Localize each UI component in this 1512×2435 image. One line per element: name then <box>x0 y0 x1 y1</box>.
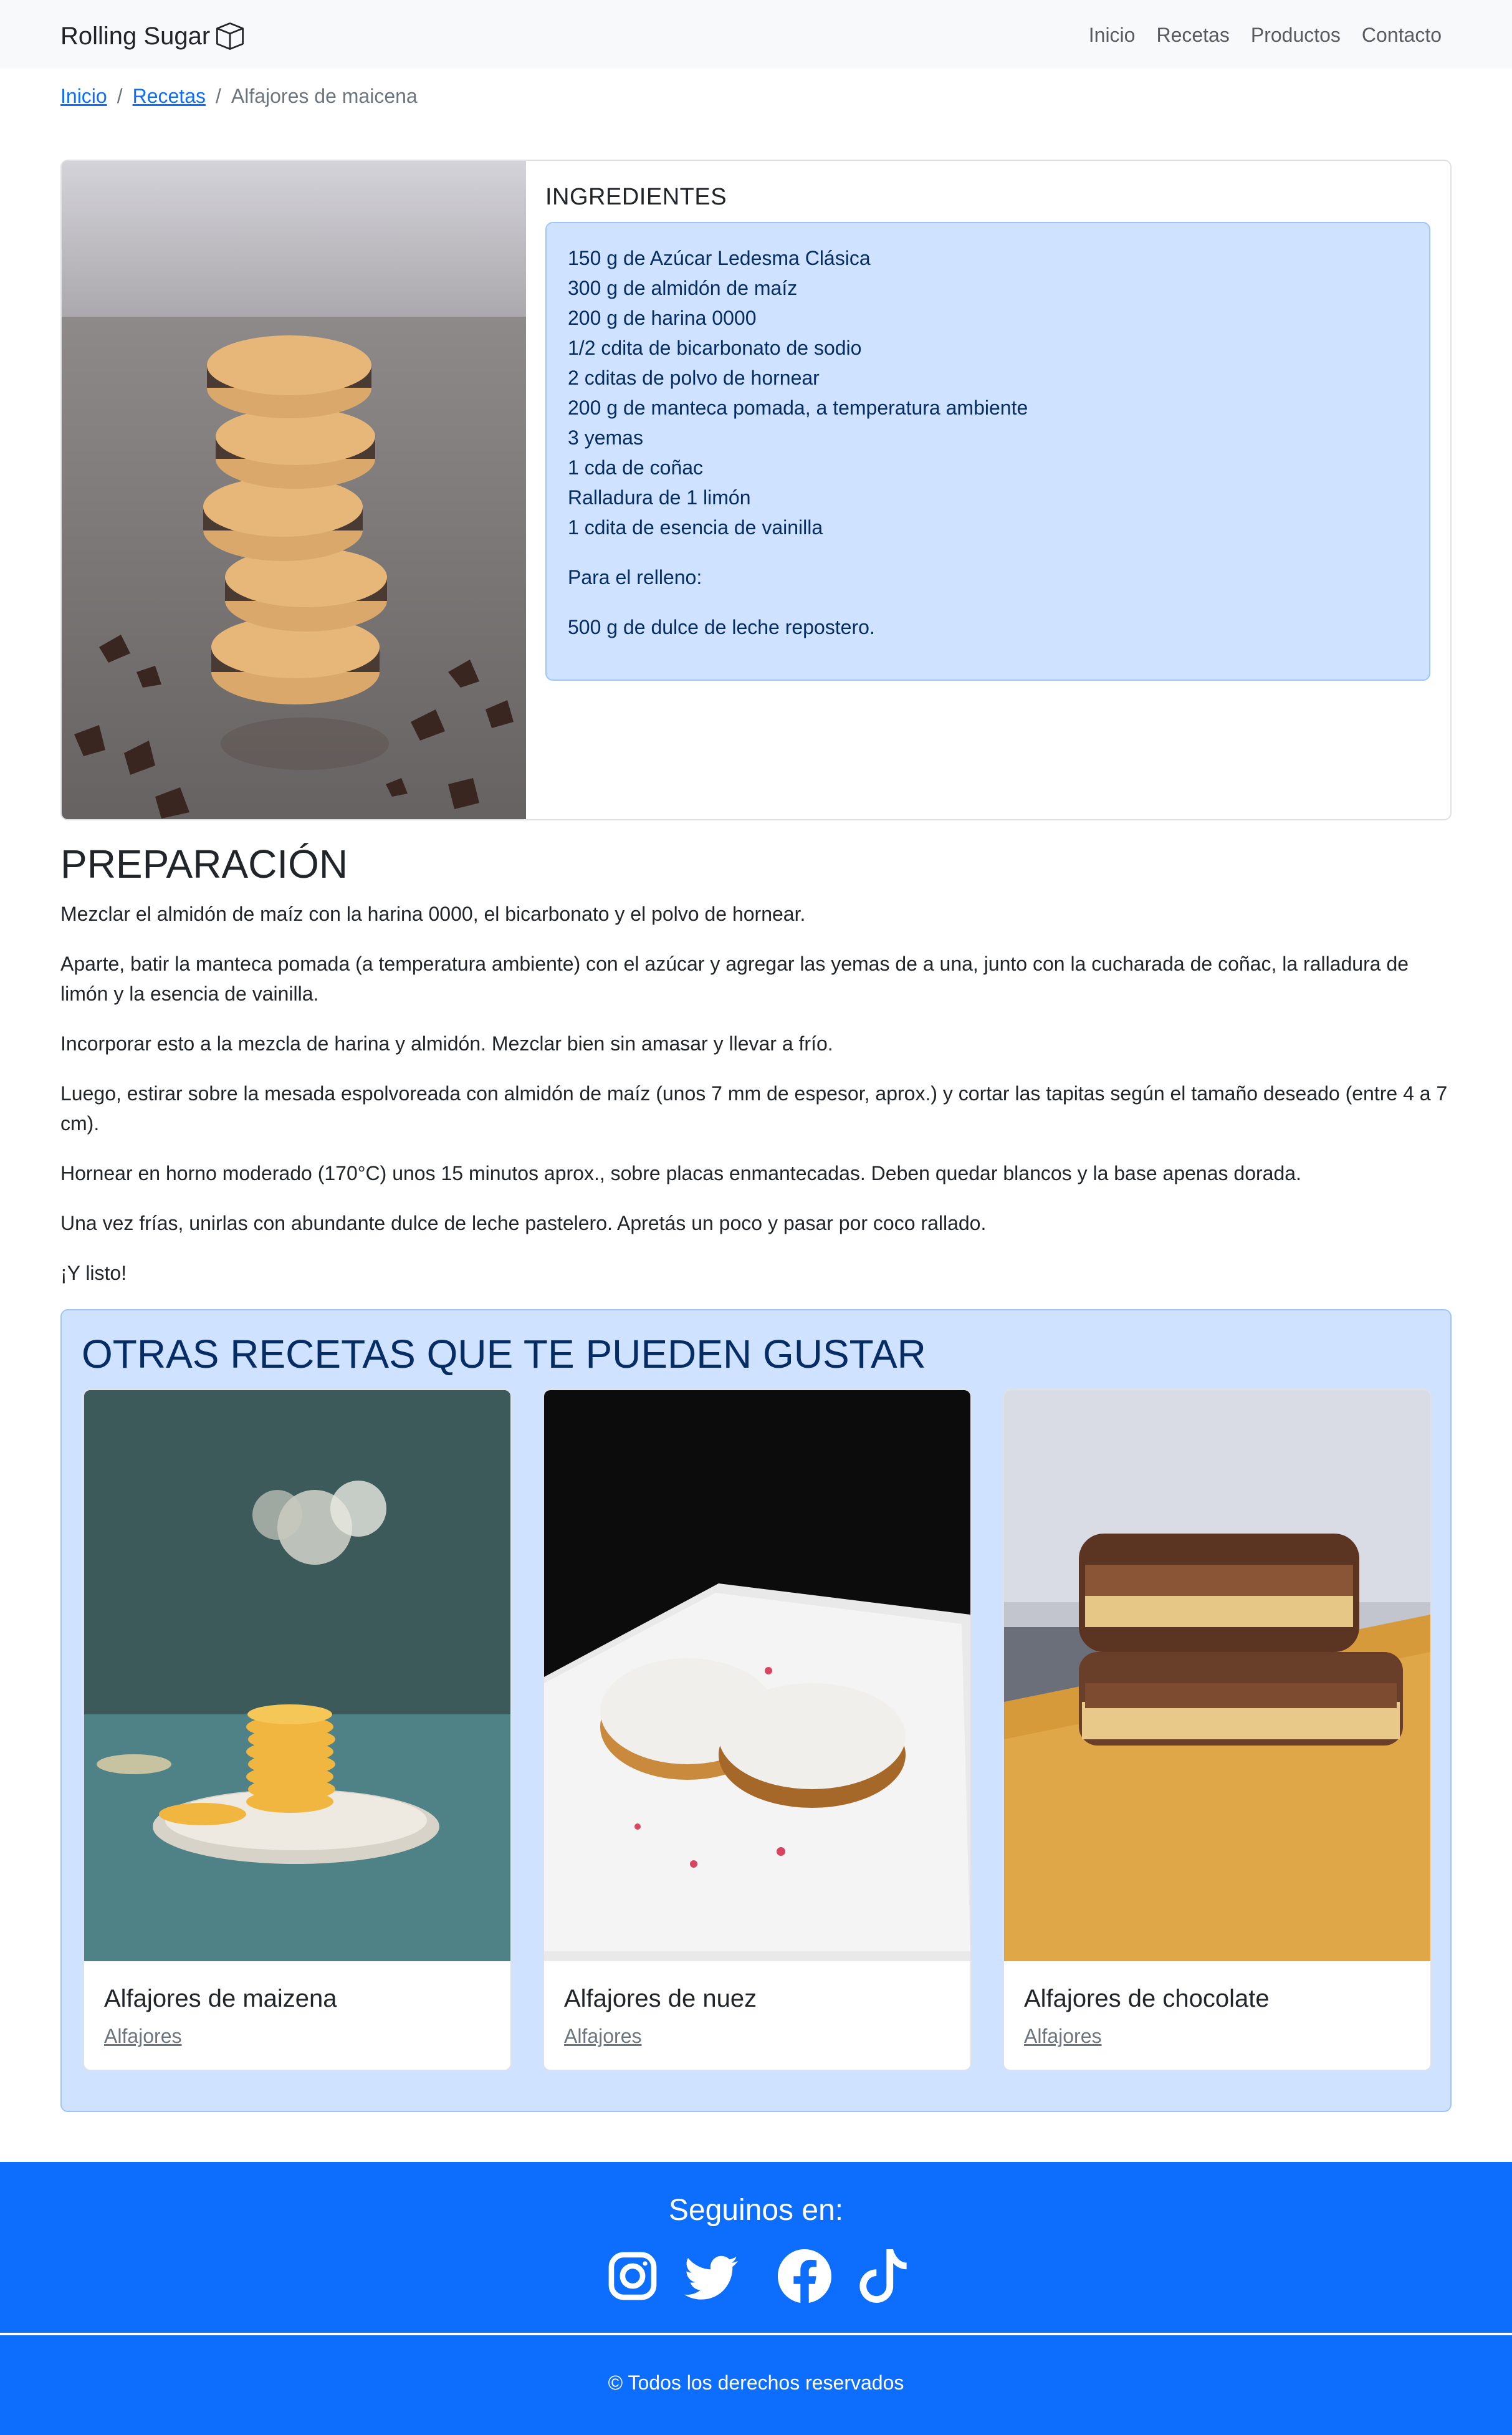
brand-name: Rolling Sugar <box>60 22 211 50</box>
nav-item-contacto[interactable]: Contacto <box>1362 20 1442 50</box>
ingredient-item: 150 g de Azúcar Ledesma Clásica <box>568 247 871 269</box>
recipe-card-category-link[interactable]: Alfajores <box>1024 2021 1102 2051</box>
preparation-step: Incorporar esto a la mezcla de harina y … <box>60 1032 833 1055</box>
breadcrumb-home-link[interactable]: Inicio <box>60 81 107 111</box>
ingredient-item: 2 cditas de polvo de hornear <box>568 367 820 389</box>
footer: Seguinos en: <box>0 2162 1512 2333</box>
related-recipes-title: OTRAS RECETAS QUE TE PUEDEN GUSTAR <box>82 1332 926 1376</box>
recipe-card-title[interactable]: Alfajores de nuez <box>564 1980 757 2017</box>
recipe-card-maizena[interactable]: Alfajores de maizena Alfajores <box>83 1389 512 2071</box>
brand-link[interactable]: Rolling Sugar <box>60 17 244 55</box>
preparation-step: Luego, estirar sobre la mesada espolvore… <box>60 1082 1448 1135</box>
navbar: Rolling Sugar Inicio Recetas Productos C… <box>0 0 1512 69</box>
recipe-thumbnail[interactable] <box>84 1390 510 1961</box>
preparation-step: Una vez frías, unirlas con abundante dul… <box>60 1212 987 1234</box>
ingredient-item: 1/2 cdita de bicarbonato de sodio <box>568 337 862 359</box>
follow-us-title: Seguinos en: <box>668 2194 844 2227</box>
breadcrumb-current: Alfajores de maicena <box>231 85 418 107</box>
recipe-card-nuez[interactable]: Alfajores de nuez Alfajores <box>543 1389 972 2071</box>
recipe-card-chocolate[interactable]: Alfajores de chocolate Alfajores <box>1003 1389 1432 2071</box>
nav-item-recetas[interactable]: Recetas <box>1156 20 1229 50</box>
ingredients-list: 150 g de Azúcar Ledesma Clásica 300 g de… <box>568 243 1408 542</box>
copyright-text: © Todos los derechos reservados <box>608 2371 904 2394</box>
ingredients-title: INGREDIENTES <box>545 184 727 210</box>
ingredient-item: 1 cdita de esencia de vainilla <box>568 516 823 539</box>
related-recipes-section: OTRAS RECETAS QUE TE PUEDEN GUSTAR Alfaj… <box>60 1309 1452 2112</box>
breadcrumb: Inicio / Recetas / Alfajores de maicena <box>60 81 418 111</box>
recipe-thumbnail[interactable] <box>544 1390 970 1961</box>
ingredient-item: 3 yemas <box>568 426 643 449</box>
ingredients-box: 150 g de Azúcar Ledesma Clásica 300 g de… <box>545 222 1430 681</box>
recipe-card-category-link[interactable]: Alfajores <box>564 2021 642 2051</box>
main-nav: Inicio Recetas Productos Contacto <box>1089 20 1442 50</box>
preparation-step: Mezclar el almidón de maíz con la harina… <box>60 903 806 925</box>
nav-item-productos[interactable]: Productos <box>1251 20 1341 50</box>
recipe-photo <box>62 161 526 819</box>
preparation-steps: Mezclar el almidón de maíz con la harina… <box>60 899 1452 1308</box>
instagram-icon[interactable] <box>606 2249 659 2303</box>
filling-label: Para el relleno: <box>568 566 702 588</box>
ingredient-item: Ralladura de 1 limón <box>568 486 751 509</box>
preparation-title: PREPARACIÓN <box>60 842 348 886</box>
breadcrumb-separator: / <box>215 85 221 107</box>
ingredient-item: 200 g de harina 0000 <box>568 307 757 329</box>
recipe-card-title[interactable]: Alfajores de maizena <box>104 1980 337 2017</box>
ingredient-item: 300 g de almidón de maíz <box>568 277 798 299</box>
recipe-card-title[interactable]: Alfajores de chocolate <box>1024 1980 1270 2017</box>
ingredient-item: 200 g de manteca pomada, a temperatura a… <box>568 396 1028 419</box>
recipe-card-category-link[interactable]: Alfajores <box>104 2021 182 2051</box>
tiktok-icon[interactable] <box>856 2249 910 2303</box>
twitter-icon[interactable] <box>684 2249 738 2303</box>
preparation-step: Aparte, batir la manteca pomada (a tempe… <box>60 953 1409 1005</box>
preparation-step: ¡Y listo! <box>60 1262 127 1284</box>
breadcrumb-recipes-link[interactable]: Recetas <box>133 81 206 111</box>
social-links <box>606 2249 910 2303</box>
preparation-step: Hornear en horno moderado (170°C) unos 1… <box>60 1162 1301 1184</box>
nav-item-inicio[interactable]: Inicio <box>1089 20 1136 50</box>
box-icon <box>216 22 244 50</box>
ingredient-item: 1 cda de coñac <box>568 456 704 479</box>
recipe-card: INGREDIENTES 150 g de Azúcar Ledesma Clá… <box>60 160 1452 820</box>
recipe-thumbnail[interactable] <box>1004 1390 1430 1961</box>
facebook-icon[interactable] <box>777 2249 831 2303</box>
footer-bottom: © Todos los derechos reservados <box>0 2335 1512 2435</box>
breadcrumb-separator: / <box>117 85 123 107</box>
filling-text: 500 g de dulce de leche repostero. <box>568 616 875 638</box>
